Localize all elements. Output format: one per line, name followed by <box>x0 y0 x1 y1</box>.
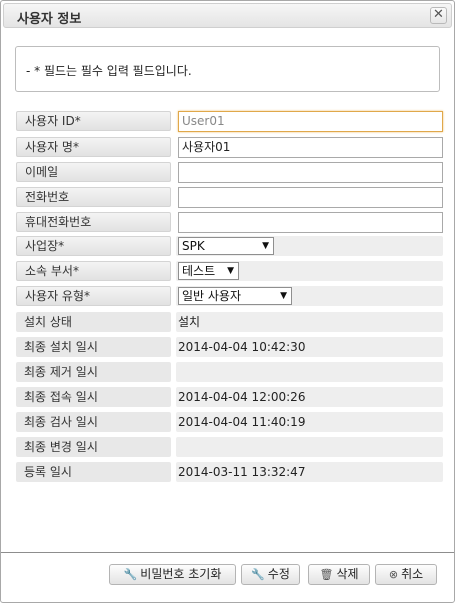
row-user-name: 사용자 명* 사용자01 <box>16 137 443 159</box>
row-last-access: 최종 접속 일시 2014-04-04 12:00:26 <box>16 387 443 409</box>
dialog-title: 사용자 정보 <box>17 12 82 27</box>
site-select-value: SPK <box>182 239 205 253</box>
email-input[interactable] <box>178 162 443 183</box>
row-last-scan: 최종 검사 일시 2014-04-04 11:40:19 <box>16 412 443 434</box>
last-install-value: 2014-04-04 10:42:30 <box>178 340 306 354</box>
delete-button[interactable]: 🗑 삭제 <box>308 564 370 585</box>
registered-value: 2014-03-11 13:32:47 <box>178 465 306 479</box>
user-type-label: 사용자 유형* <box>16 286 171 306</box>
last-install-label: 최종 설치 일시 <box>16 337 171 357</box>
close-icon: ✕ <box>433 7 444 22</box>
last-scan-value: 2014-04-04 11:40:19 <box>178 415 306 429</box>
last-scan-label: 최종 검사 일시 <box>16 412 171 432</box>
trash-icon: 🗑 <box>319 568 334 581</box>
row-site: 사업장* SPK ▼ <box>16 236 443 258</box>
dialog-titlebar[interactable]: 사용자 정보 ✕ <box>3 3 452 28</box>
row-department: 소속 부서* 테스트 ▼ <box>16 261 443 283</box>
row-last-change: 최종 변경 일시 <box>16 437 443 459</box>
dropdown-arrow-icon: ▼ <box>227 266 234 276</box>
phone-input[interactable] <box>178 187 443 208</box>
department-select-value: 테스트 <box>182 264 216 278</box>
edit-button[interactable]: 🔧 수정 <box>241 564 300 585</box>
row-last-install: 최종 설치 일시 2014-04-04 10:42:30 <box>16 337 443 359</box>
close-button[interactable]: ✕ <box>430 7 447 24</box>
last-change-label: 최종 변경 일시 <box>16 437 171 457</box>
install-status-label: 설치 상태 <box>16 312 171 332</box>
delete-label: 삭제 <box>336 567 359 581</box>
wrench-icon: 🔧 <box>123 568 138 581</box>
user-id-label: 사용자 ID* <box>16 111 171 131</box>
row-registered: 등록 일시 2014-03-11 13:32:47 <box>16 462 443 484</box>
department-select[interactable]: 테스트 ▼ <box>178 262 239 280</box>
dropdown-arrow-icon: ▼ <box>280 291 287 301</box>
cancel-icon: ⊗ <box>388 568 399 581</box>
mobile-input[interactable] <box>178 212 443 233</box>
footer-divider <box>1 552 454 553</box>
reset-password-label: 비밀번호 초기화 <box>140 567 222 581</box>
department-label: 소속 부서* <box>16 261 171 281</box>
user-name-label: 사용자 명* <box>16 137 171 157</box>
reset-password-button[interactable]: 🔧 비밀번호 초기화 <box>109 564 236 585</box>
cancel-label: 취소 <box>401 567 424 581</box>
user-name-input[interactable]: 사용자01 <box>178 137 443 158</box>
user-type-select-value: 일반 사용자 <box>182 289 242 303</box>
last-removal-value-bg <box>176 362 443 382</box>
mobile-label: 휴대전화번호 <box>16 212 171 232</box>
row-install-status: 설치 상태 설치 <box>16 312 443 334</box>
notice-text: - * 필드는 필수 입력 필드입니다. <box>26 64 192 78</box>
install-status-value-bg <box>176 312 443 332</box>
row-user-type: 사용자 유형* 일반 사용자 ▼ <box>16 286 443 308</box>
last-change-value-bg <box>176 437 443 457</box>
row-phone: 전화번호 <box>16 187 443 209</box>
last-access-value: 2014-04-04 12:00:26 <box>178 390 306 404</box>
row-mobile: 휴대전화번호 <box>16 212 443 234</box>
last-removal-label: 최종 제거 일시 <box>16 362 171 382</box>
user-id-input[interactable]: User01 <box>178 111 443 132</box>
user-info-dialog: 사용자 정보 ✕ - * 필드는 필수 입력 필드입니다. 사용자 ID* Us… <box>0 0 455 603</box>
site-label: 사업장* <box>16 236 171 256</box>
edit-label: 수정 <box>267 567 290 581</box>
wrench-icon: 🔧 <box>251 568 265 581</box>
row-email: 이메일 <box>16 162 443 184</box>
cancel-button[interactable]: ⊗ 취소 <box>375 564 437 585</box>
dropdown-arrow-icon: ▼ <box>262 241 269 251</box>
phone-label: 전화번호 <box>16 187 171 207</box>
user-type-select[interactable]: 일반 사용자 ▼ <box>178 287 292 305</box>
row-user-id: 사용자 ID* User01 <box>16 111 443 133</box>
registered-label: 등록 일시 <box>16 462 171 482</box>
row-last-removal: 최종 제거 일시 <box>16 362 443 384</box>
install-status-value: 설치 <box>178 315 201 329</box>
site-select[interactable]: SPK ▼ <box>178 237 274 255</box>
required-fields-notice: - * 필드는 필수 입력 필드입니다. <box>15 46 440 92</box>
email-label: 이메일 <box>16 162 171 182</box>
last-access-label: 최종 접속 일시 <box>16 387 171 407</box>
